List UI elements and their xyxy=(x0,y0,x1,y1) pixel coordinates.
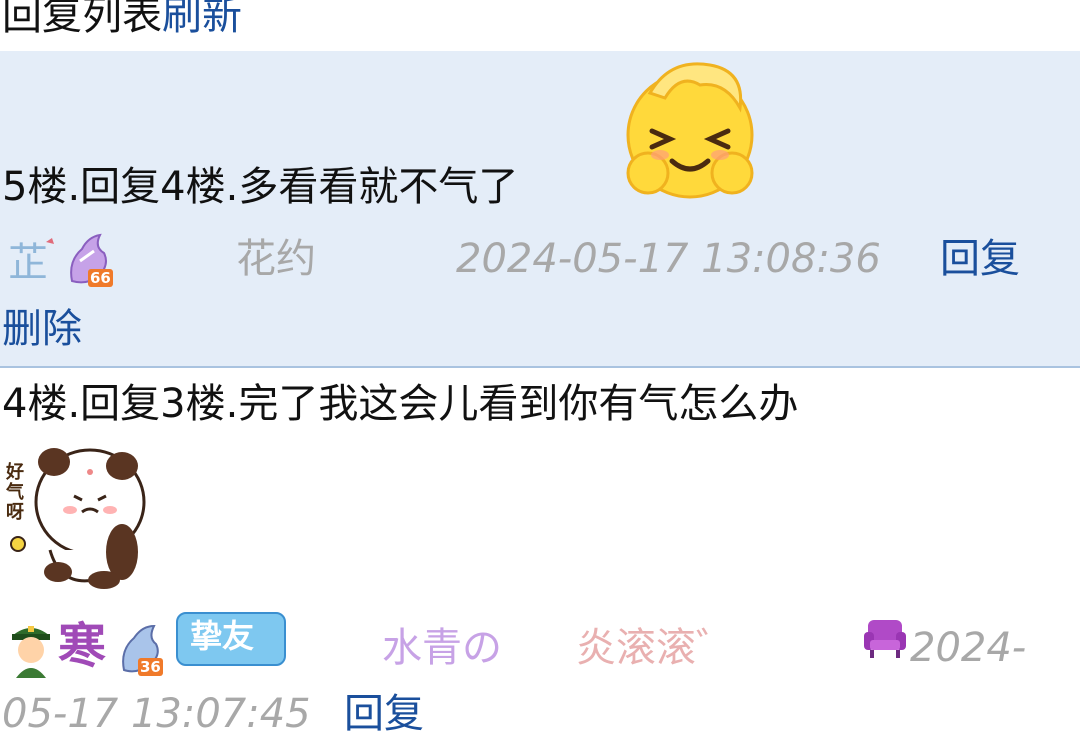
level-badge: 36 xyxy=(138,658,163,676)
friend-tag-label: 挚友 xyxy=(190,617,255,655)
name-char-badge: 寒 xyxy=(58,618,107,674)
delete-button[interactable]: 删除 xyxy=(2,303,82,355)
reply-item-5: 5楼.回复4楼.多看看就不气了 芷 66 花约 2024-05-17 13:08… xyxy=(0,51,1080,368)
timestamp: 2024-05-17 13:08:36 xyxy=(456,236,881,282)
timestamp-part1: 2024- xyxy=(910,625,1027,671)
reply-list-header: 回复列表刷新 xyxy=(2,0,242,44)
reply-content: 4楼.回复3楼.完了我这会儿看到你有气怎么办 xyxy=(2,381,799,427)
sofa-icon xyxy=(864,620,906,658)
username[interactable]: 花约 xyxy=(236,233,316,285)
svg-text:芷: 芷 xyxy=(8,240,48,286)
username-part1[interactable]: 水青の xyxy=(382,622,502,674)
reply-button[interactable]: 回复 xyxy=(940,233,1020,285)
reply-button[interactable]: 回复 xyxy=(344,688,424,740)
reply-list-title: 回复列表 xyxy=(2,0,162,39)
laughing-emoji-icon xyxy=(626,62,754,199)
level-badge: 66 xyxy=(88,269,113,287)
timestamp-part2: 05-17 13:07:45 xyxy=(2,691,311,737)
grass-badge-icon: 芷 xyxy=(8,238,54,286)
reply-content: 5楼.回复4楼.多看看就不气了 xyxy=(2,164,519,210)
username-part2[interactable]: 炎滚滚゛ xyxy=(576,622,736,674)
sticker-text: 好气呀 xyxy=(6,462,24,523)
refresh-link[interactable]: 刷新 xyxy=(162,0,242,39)
soldier-avatar-icon xyxy=(12,626,50,678)
